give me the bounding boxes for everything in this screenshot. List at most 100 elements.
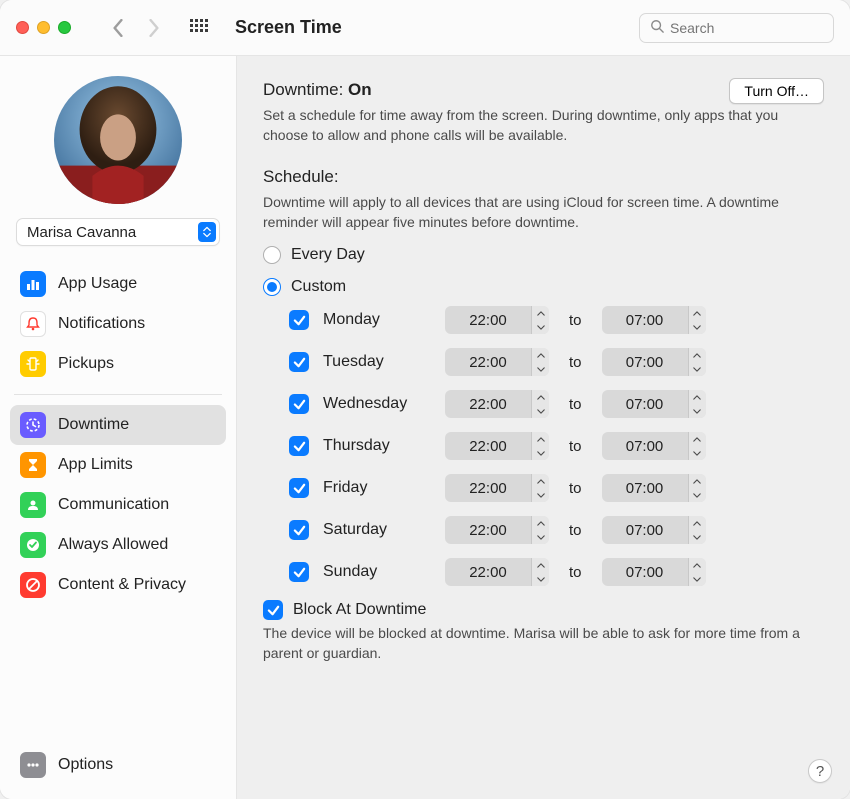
- day-checkbox[interactable]: [289, 310, 309, 330]
- sidebar-item-downtime[interactable]: Downtime: [10, 405, 226, 445]
- time-to[interactable]: 07:00: [602, 390, 706, 418]
- minimize-window-button[interactable]: [37, 21, 50, 34]
- bar-chart-icon: [20, 271, 46, 297]
- day-label: Wednesday: [323, 395, 431, 413]
- time-value: 07:00: [602, 438, 688, 455]
- stepper-icon[interactable]: [688, 432, 706, 460]
- day-label: Tuesday: [323, 353, 431, 371]
- nav-buttons: [111, 19, 161, 37]
- show-all-icon[interactable]: [189, 18, 209, 38]
- fullscreen-window-button[interactable]: [58, 21, 71, 34]
- day-checkbox[interactable]: [289, 562, 309, 582]
- day-checkbox[interactable]: [289, 478, 309, 498]
- stepper-icon[interactable]: [688, 558, 706, 586]
- day-checkbox[interactable]: [289, 352, 309, 372]
- day-label: Friday: [323, 479, 431, 497]
- day-row-saturday: Saturday 22:00 to 07:00: [289, 516, 824, 544]
- phone-pickup-icon: [20, 351, 46, 377]
- stepper-icon[interactable]: [531, 474, 549, 502]
- sidebar-item-communication[interactable]: Communication: [10, 485, 226, 525]
- sidebar-item-pickups[interactable]: Pickups: [10, 344, 226, 384]
- time-to[interactable]: 07:00: [602, 474, 706, 502]
- search-input[interactable]: [670, 20, 850, 36]
- sidebar-item-label: App Limits: [58, 456, 133, 474]
- sidebar-item-label: Pickups: [58, 355, 114, 373]
- time-to[interactable]: 07:00: [602, 306, 706, 334]
- radio-custom[interactable]: Custom: [263, 278, 824, 296]
- block-label: Block At Downtime: [293, 601, 426, 619]
- time-value: 22:00: [445, 480, 531, 497]
- time-from[interactable]: 22:00: [445, 390, 549, 418]
- clock-icon: [20, 412, 46, 438]
- downtime-description: Set a schedule for time away from the sc…: [263, 106, 823, 145]
- person-bubble-icon: [20, 492, 46, 518]
- to-label: to: [569, 396, 582, 413]
- time-value: 07:00: [602, 354, 688, 371]
- stepper-icon[interactable]: [688, 390, 706, 418]
- to-label: to: [569, 480, 582, 497]
- close-window-button[interactable]: [16, 21, 29, 34]
- stepper-icon[interactable]: [531, 432, 549, 460]
- stepper-icon[interactable]: [688, 516, 706, 544]
- no-entry-icon: [20, 572, 46, 598]
- help-button[interactable]: ?: [808, 759, 832, 783]
- stepper-icon[interactable]: [531, 390, 549, 418]
- search-field[interactable]: [639, 13, 834, 43]
- time-value: 22:00: [445, 522, 531, 539]
- time-from[interactable]: 22:00: [445, 516, 549, 544]
- turn-off-button[interactable]: Turn Off…: [729, 78, 824, 104]
- radio-every-day[interactable]: Every Day: [263, 246, 824, 264]
- day-label: Saturday: [323, 521, 431, 539]
- to-label: to: [569, 354, 582, 371]
- back-button[interactable]: [111, 19, 125, 37]
- stepper-icon[interactable]: [531, 306, 549, 334]
- stepper-icon[interactable]: [688, 474, 706, 502]
- time-to[interactable]: 07:00: [602, 558, 706, 586]
- time-value: 22:00: [445, 564, 531, 581]
- to-label: to: [569, 522, 582, 539]
- avatar[interactable]: [54, 76, 182, 204]
- chevron-up-down-icon: [198, 222, 216, 242]
- radio-icon: [263, 246, 281, 264]
- stepper-icon[interactable]: [688, 348, 706, 376]
- forward-button[interactable]: [147, 19, 161, 37]
- day-checkbox[interactable]: [289, 394, 309, 414]
- day-checkbox[interactable]: [289, 436, 309, 456]
- sidebar-item-always-allowed[interactable]: Always Allowed: [10, 525, 226, 565]
- time-from[interactable]: 22:00: [445, 348, 549, 376]
- to-label: to: [569, 564, 582, 581]
- sidebar-item-app-limits[interactable]: App Limits: [10, 445, 226, 485]
- sidebar-item-label: App Usage: [58, 275, 137, 293]
- stepper-icon[interactable]: [531, 558, 549, 586]
- block-at-downtime-checkbox[interactable]: Block At Downtime: [263, 600, 824, 620]
- sidebar-item-label: Options: [58, 756, 113, 774]
- window-controls: [16, 21, 71, 34]
- day-label: Thursday: [323, 437, 431, 455]
- radio-label: Every Day: [291, 246, 365, 264]
- time-from[interactable]: 22:00: [445, 432, 549, 460]
- time-from[interactable]: 22:00: [445, 474, 549, 502]
- time-to[interactable]: 07:00: [602, 432, 706, 460]
- stepper-icon[interactable]: [531, 516, 549, 544]
- sidebar-item-options[interactable]: Options: [10, 745, 226, 785]
- schedule-description: Downtime will apply to all devices that …: [263, 193, 823, 232]
- stepper-icon[interactable]: [531, 348, 549, 376]
- sidebar: Marisa Cavanna App Usage Notifications Pic…: [0, 56, 237, 799]
- sidebar-item-content-privacy[interactable]: Content & Privacy: [10, 565, 226, 605]
- time-to[interactable]: 07:00: [602, 348, 706, 376]
- day-checkbox[interactable]: [289, 520, 309, 540]
- stepper-icon[interactable]: [688, 306, 706, 334]
- sidebar-item-notifications[interactable]: Notifications: [10, 304, 226, 344]
- time-to[interactable]: 07:00: [602, 516, 706, 544]
- block-description: The device will be blocked at downtime. …: [263, 624, 823, 663]
- sidebar-divider: [14, 394, 222, 395]
- day-row-sunday: Sunday22:00to07:00: [289, 558, 824, 586]
- user-select[interactable]: Marisa Cavanna: [16, 218, 220, 246]
- time-from[interactable]: 22:00: [445, 558, 549, 586]
- sidebar-item-label: Downtime: [58, 416, 129, 434]
- sidebar-item-app-usage[interactable]: App Usage: [10, 264, 226, 304]
- user-name: Marisa Cavanna: [27, 224, 136, 241]
- time-from[interactable]: 22:00: [445, 306, 549, 334]
- day-row-tuesday: Tuesday 22:00 to 07:00: [289, 348, 824, 376]
- sidebar-item-label: Communication: [58, 496, 169, 514]
